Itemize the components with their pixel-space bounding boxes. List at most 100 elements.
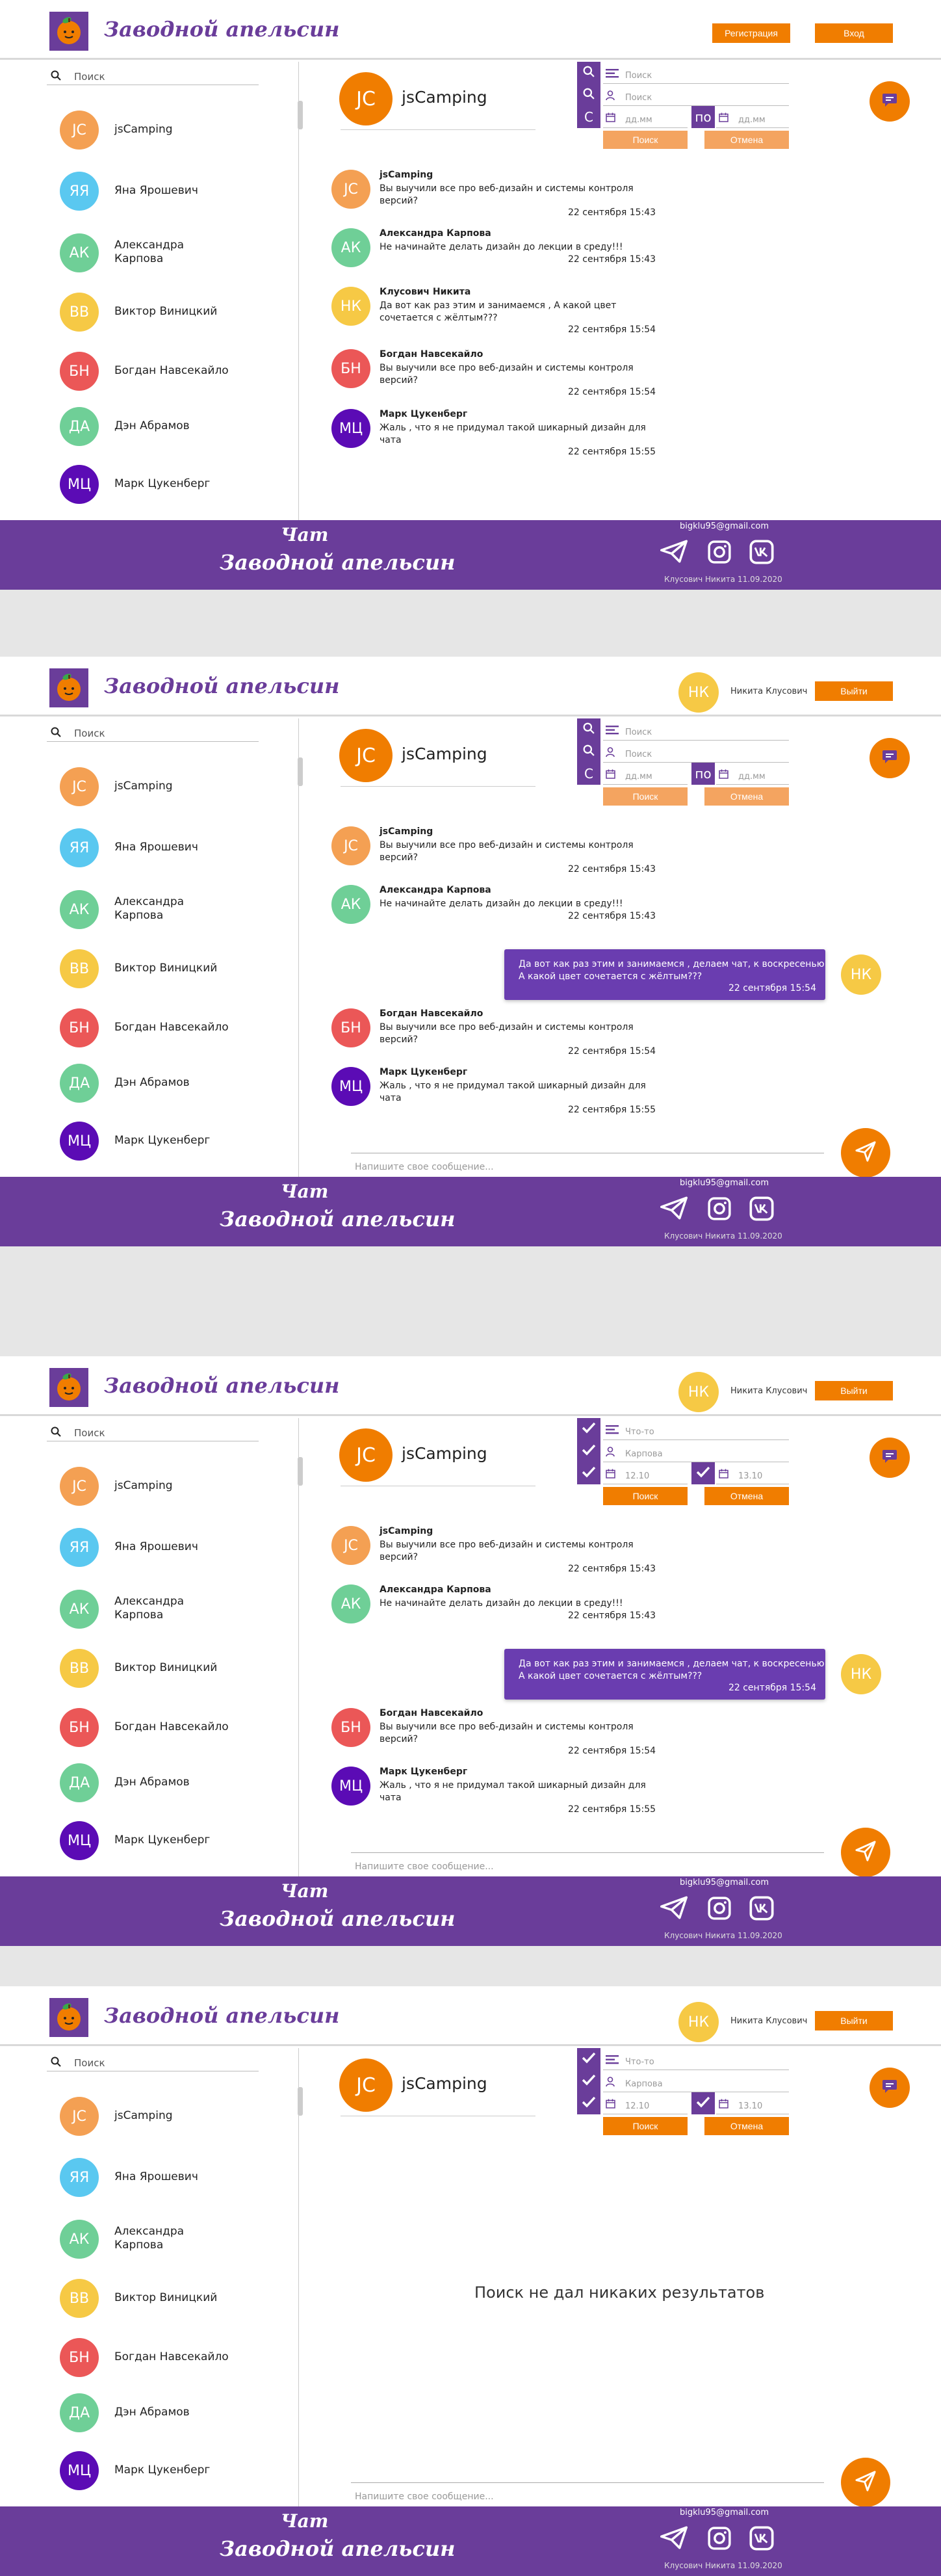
filter-date-to-field[interactable]: дд.мм: [716, 106, 789, 128]
filter-date-from-toggle[interactable]: С: [577, 106, 600, 128]
filter-author-field[interactable]: Поиск: [603, 84, 789, 106]
filter-text-field[interactable]: Что-то: [603, 2048, 789, 2070]
orange-logo-icon[interactable]: [49, 1998, 88, 2037]
filter-author-toggle[interactable]: [577, 84, 600, 106]
filter-search-button[interactable]: Поиск: [603, 787, 688, 806]
filter-date-from-field[interactable]: 12.10: [603, 1462, 688, 1484]
instagram-icon[interactable]: [707, 1896, 732, 1923]
contact-item[interactable]: МЦ Марк Цукенберг: [60, 1821, 274, 1860]
chat-menu-button[interactable]: [870, 81, 910, 122]
sidebar-search[interactable]: Поиск: [47, 2055, 259, 2071]
contact-item[interactable]: JC jsCamping: [60, 2097, 274, 2136]
filter-date-from-field[interactable]: дд.мм: [603, 763, 688, 785]
message-item[interactable]: JC jsCamping Вы выучили все про веб-дизайн…: [331, 170, 695, 228]
orange-logo-icon[interactable]: [49, 1368, 88, 1407]
filter-checkbox-checked[interactable]: [577, 2092, 600, 2114]
sidebar-search[interactable]: Поиск: [47, 725, 259, 742]
filter-author-field[interactable]: Карпова: [603, 2070, 789, 2092]
filter-cancel-button[interactable]: Отмена: [704, 2117, 789, 2135]
message-input[interactable]: Напишите свое сообщение...: [355, 1162, 494, 1172]
chat-menu-button[interactable]: [870, 738, 910, 778]
filter-date-from-field[interactable]: дд.мм: [603, 106, 688, 128]
filter-checkbox-checked[interactable]: [577, 2048, 600, 2070]
user-avatar[interactable]: НК: [678, 672, 719, 713]
contact-item[interactable]: БН Богдан Навсекайло: [60, 1008, 274, 1047]
message-item[interactable]: БН Богдан Навсекайло Вы выучили все про ве…: [331, 1008, 695, 1067]
filter-text-toggle[interactable]: [577, 62, 600, 84]
message-input[interactable]: Напишите свое сообщение...: [355, 1861, 494, 1872]
message-item[interactable]: АК Александра Карпова Не начинайте делать …: [331, 885, 695, 943]
filter-checkbox-checked[interactable]: [691, 1462, 715, 1484]
search-input[interactable]: Поиск: [74, 2057, 105, 2069]
telegram-icon[interactable]: [660, 540, 688, 566]
contact-item[interactable]: JC jsCamping: [60, 767, 274, 806]
filter-date-to-field[interactable]: 13.10: [716, 2092, 789, 2114]
message-item[interactable]: АК Александра Карпова Не начинайте делать …: [331, 1584, 695, 1643]
filter-date-to-toggle[interactable]: по: [691, 763, 715, 785]
vk-icon[interactable]: [749, 539, 775, 568]
footer-email[interactable]: bigklu95@gmail.com: [680, 2508, 769, 2517]
contact-item[interactable]: МЦ Марк Цукенберг: [60, 1122, 274, 1161]
logout-button[interactable]: Выйти: [815, 1381, 893, 1400]
filter-text-field[interactable]: Поиск: [603, 62, 789, 84]
my-message-bubble[interactable]: Да вот как раз этим и занимаемся , делае…: [504, 1649, 825, 1700]
chat-menu-button[interactable]: [870, 2068, 910, 2108]
message-item[interactable]: НК Клусович Никита Да вот как раз этим и з…: [331, 287, 695, 345]
filter-search-button[interactable]: Поиск: [603, 1487, 688, 1505]
filter-date-to-toggle[interactable]: по: [691, 106, 715, 128]
contact-item[interactable]: ЯЯ Яна Ярошевич: [60, 172, 274, 211]
contact-item[interactable]: АК Александра Карпова: [60, 1590, 274, 1629]
filter-date-to-field[interactable]: дд.мм: [716, 763, 789, 785]
filter-text-toggle[interactable]: [577, 718, 600, 741]
contact-item[interactable]: ВВ Виктор Виницкий: [60, 293, 274, 332]
contact-item[interactable]: ДА Дэн Абрамов: [60, 1064, 274, 1103]
filter-checkbox-checked[interactable]: [577, 2070, 600, 2092]
my-message-bubble[interactable]: Да вот как раз этим и занимаемся , делае…: [504, 949, 825, 1000]
contact-item[interactable]: ДА Дэн Абрамов: [60, 2393, 274, 2432]
filter-author-field[interactable]: Поиск: [603, 741, 789, 763]
filter-checkbox-checked[interactable]: [691, 2092, 715, 2114]
telegram-icon[interactable]: [660, 2526, 688, 2552]
contact-item[interactable]: ДА Дэн Абрамов: [60, 407, 274, 446]
filter-text-field[interactable]: Что-то: [603, 1418, 789, 1440]
message-item[interactable]: МЦ Марк Цукенберг Жаль , что я не придумал…: [331, 1067, 695, 1125]
filter-text-field[interactable]: Поиск: [603, 718, 789, 741]
message-input[interactable]: Напишите свое сообщение...: [355, 2491, 494, 2502]
filter-date-from-toggle[interactable]: С: [577, 763, 600, 785]
telegram-icon[interactable]: [660, 1896, 688, 1922]
instagram-icon[interactable]: [707, 1196, 732, 1224]
contact-item[interactable]: АК Александра Карпова: [60, 233, 274, 272]
filter-checkbox-checked[interactable]: [577, 1462, 600, 1484]
contact-item[interactable]: ЯЯ Яна Ярошевич: [60, 828, 274, 867]
contact-item[interactable]: БН Богдан Навсекайло: [60, 1708, 274, 1747]
contact-item[interactable]: АК Александра Карпова: [60, 890, 274, 929]
filter-cancel-button[interactable]: Отмена: [704, 131, 789, 149]
filter-author-toggle[interactable]: [577, 741, 600, 763]
contact-item[interactable]: ВВ Виктор Виницкий: [60, 2279, 274, 2318]
login-button[interactable]: Вход: [815, 23, 893, 43]
message-item[interactable]: JC jsCamping Вы выучили все про веб-дизайн…: [331, 1526, 695, 1584]
search-input[interactable]: Поиск: [74, 1427, 105, 1439]
filter-search-button[interactable]: Поиск: [603, 131, 688, 149]
vk-icon[interactable]: [749, 1196, 775, 1224]
search-input[interactable]: Поиск: [74, 728, 105, 739]
footer-email[interactable]: bigklu95@gmail.com: [680, 521, 769, 531]
filter-author-field[interactable]: Карпова: [603, 1440, 789, 1462]
instagram-icon[interactable]: [707, 540, 732, 567]
message-item[interactable]: БН Богдан Навсекайло Вы выучили все про ве…: [331, 1708, 695, 1767]
contact-item[interactable]: МЦ Марк Цукенберг: [60, 465, 274, 504]
vk-icon[interactable]: [749, 2525, 775, 2554]
user-avatar[interactable]: НК: [678, 2002, 719, 2042]
user-avatar[interactable]: НК: [678, 1372, 719, 1412]
footer-email[interactable]: bigklu95@gmail.com: [680, 1178, 769, 1188]
filter-cancel-button[interactable]: Отмена: [704, 1487, 789, 1505]
send-button[interactable]: [841, 1828, 890, 1877]
filter-date-from-field[interactable]: 12.10: [603, 2092, 688, 2114]
logout-button[interactable]: Выйти: [815, 681, 893, 701]
message-item[interactable]: МЦ Марк Цукенберг Жаль , что я не придумал…: [331, 409, 695, 467]
contact-item[interactable]: ДА Дэн Абрамов: [60, 1763, 274, 1802]
send-button[interactable]: [841, 1128, 890, 1177]
contact-item[interactable]: JC jsCamping: [60, 111, 274, 150]
contact-item[interactable]: БН Богдан Навсекайло: [60, 2338, 274, 2377]
sidebar-search[interactable]: Поиск: [47, 68, 259, 85]
